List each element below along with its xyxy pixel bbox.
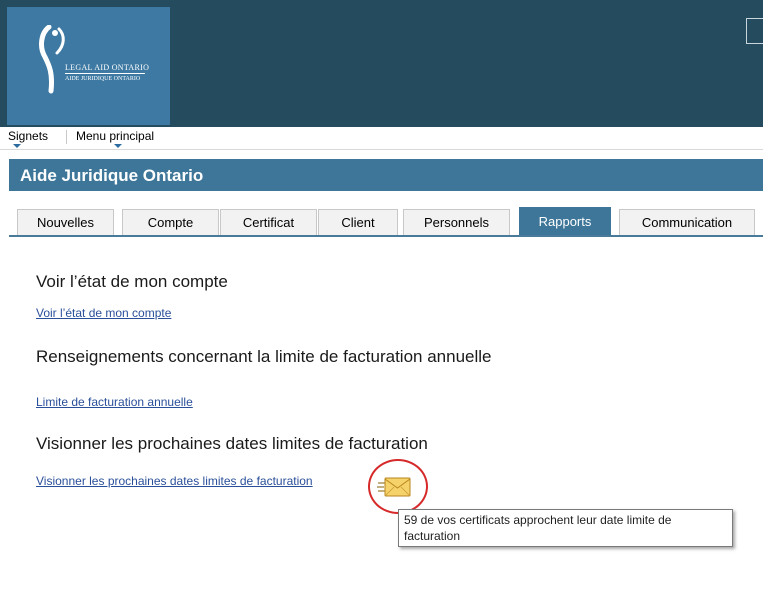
chevron-down-icon	[114, 144, 122, 148]
page-title-bar: Aide Juridique Ontario	[9, 159, 763, 191]
link-billing-deadlines[interactable]: Visionner les prochaines dates limites d…	[36, 474, 313, 488]
menu-bar: Signets Menu principal	[0, 127, 763, 150]
menu-separator	[66, 130, 67, 144]
section-heading-billing-deadlines: Visionner les prochaines dates limites d…	[36, 434, 428, 453]
menu-principal[interactable]: Menu principal	[76, 129, 154, 143]
section-heading-annual-billing-limit: Renseignements concernant la limite de f…	[36, 347, 492, 366]
logo-divider	[65, 73, 145, 74]
logo-text-fr: Aide juridique Ontario	[65, 76, 141, 82]
tab-compte[interactable]: Compte	[122, 209, 219, 235]
legal-aid-ontario-logo[interactable]: Legal Aid Ontario Aide juridique Ontario	[7, 7, 170, 125]
tab-personnels[interactable]: Personnels	[403, 209, 510, 235]
link-annual-billing-limit[interactable]: Limite de facturation annuelle	[36, 395, 193, 409]
section-heading-account-status: Voir l’état de mon compte	[36, 272, 228, 291]
link-account-status[interactable]: Voir l’état de mon compte	[36, 306, 171, 320]
header-corner-panel	[746, 18, 763, 44]
tab-nouvelles[interactable]: Nouvelles	[17, 209, 114, 235]
tab-client[interactable]: Client	[318, 209, 398, 235]
tabs-underline	[9, 235, 763, 237]
highlight-circle	[368, 459, 428, 514]
tab-rapports[interactable]: Rapports	[519, 207, 611, 235]
menu-signets[interactable]: Signets	[8, 129, 48, 143]
chevron-down-icon	[13, 144, 21, 148]
notification-tooltip: 59 de vos certificats approchent leur da…	[398, 509, 733, 547]
page-title: Aide Juridique Ontario	[20, 166, 204, 185]
tab-certificat[interactable]: Certificat	[220, 209, 317, 235]
logo-text-en: Legal Aid Ontario	[65, 63, 150, 72]
tab-communication[interactable]: Communication	[619, 209, 755, 235]
header-banner: Legal Aid Ontario Aide juridique Ontario	[0, 0, 763, 127]
logo-figure-icon	[39, 25, 65, 94]
